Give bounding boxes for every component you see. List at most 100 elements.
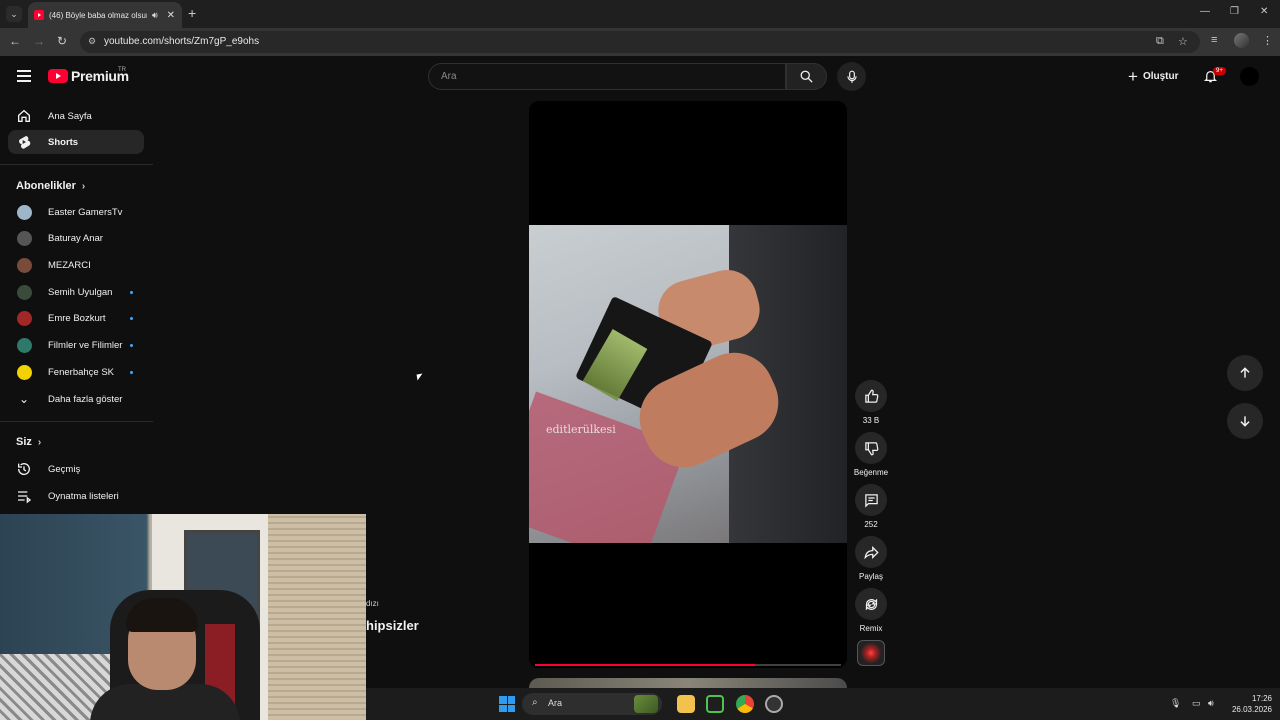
sidebar-subscription-item[interactable]: Baturay Anar [8,227,144,251]
history-icon [17,463,30,475]
taskbar-search-label: Ara [548,698,563,708]
browser-menu-icon[interactable]: ⋮ [1262,34,1273,47]
chevron-right-icon: › [37,436,42,448]
windows-start-icon[interactable] [499,696,515,712]
youtube-favicon-icon [34,10,44,20]
window-close-icon[interactable]: ✕ [1260,6,1268,17]
media-player-icon[interactable] [706,695,724,713]
create-label: Oluştur [1142,70,1179,82]
channel-avatar [17,311,32,327]
channel-avatar [17,338,32,353]
restore-icon[interactable]: ❐ [1230,6,1239,17]
comment-count: 252 [864,520,878,529]
sidebar-subscription-item[interactable]: MEZARCI [8,253,144,277]
profile-avatar[interactable] [1234,33,1249,48]
new-content-dot [130,317,133,321]
install-app-icon[interactable]: ⧉ [1156,35,1164,48]
comments-button[interactable] [855,484,887,516]
steam-icon[interactable] [765,695,783,713]
sidebar-subscription-item[interactable]: Fenerbahçe SK [8,360,144,384]
sidebar-item-label: Geçmiş [48,463,81,475]
subscriptions-header[interactable]: Abonelikler › [16,180,85,192]
sidebar-subscription-item[interactable]: Easter GamersTv [8,200,144,224]
partial-text: dızı [366,599,379,608]
browser-tabstrip: ⌄ (46) Böyle baba olmaz olsun 🔊︎ ✕ + — ❐… [0,0,1280,28]
browser-toolbar: ← → ↻ ⚙︎ youtube.com/shorts/Zm7gP_e9ohs … [0,28,1280,56]
search-icon [800,70,813,83]
create-button[interactable]: + Oluştur [1128,66,1179,86]
mouse-cursor [416,373,424,381]
sidebar-subscription-item[interactable]: Semih Uyulgan [8,280,144,304]
clock-date: 26.03.2026 [1231,705,1272,714]
voice-search-button[interactable] [837,62,866,91]
sidebar-item-home[interactable]: Ana Sayfa [8,104,144,128]
next-short-button[interactable] [1227,403,1263,439]
menu-icon[interactable] [17,70,31,82]
search-button[interactable] [786,63,827,90]
subscription-name: Easter GamersTv [48,206,123,218]
dislike-button[interactable] [855,432,887,464]
arrow-up-icon [1240,367,1250,378]
close-tab-icon[interactable]: ✕ [167,10,175,21]
shorts-icon [19,136,31,149]
video-watermark: editlerülkesi [546,423,616,436]
chrome-icon[interactable] [736,695,754,713]
sidebar-item-history[interactable]: Geçmiş [8,457,144,481]
search-input[interactable]: Ara [428,63,786,90]
video-progress-bar[interactable] [535,664,841,666]
person-hair [126,598,198,632]
browser-tab[interactable]: (46) Böyle baba olmaz olsun 🔊︎ ✕ [28,2,182,28]
taskbar-search[interactable]: ⌕ Ara [522,693,662,715]
site-info-icon[interactable]: ⚙︎ [88,36,100,48]
account-avatar[interactable] [1240,67,1259,86]
address-bar[interactable]: ⚙︎ youtube.com/shorts/Zm7gP_e9ohs ⧉ ☆ [80,31,1200,53]
notification-badge: 9+ [1213,67,1226,75]
forward-icon[interactable]: → [33,34,45,48]
chevron-down-icon: ⌄ [18,392,30,406]
new-tab-icon[interactable]: + [188,5,196,21]
sidebar-subscription-item[interactable]: Filmler ve Filimler [8,334,144,358]
media-controls-icon[interactable]: ≡ [1211,34,1217,46]
previous-short-button[interactable] [1227,355,1263,391]
subscription-name: Baturay Anar [48,233,103,245]
arrow-down-icon [1240,416,1250,427]
subscription-name: Filmler ve Filimler [48,340,123,351]
dislike-label: Beğenme [853,468,889,477]
system-clock[interactable]: 17:26 26.03.2026 [1228,693,1272,715]
sidebar-item-playlists[interactable]: Oynatma listeleri [8,484,144,508]
shorts-video-player[interactable]: editlerülkesi [529,101,847,668]
you-header[interactable]: Siz › [16,436,41,448]
reload-icon[interactable]: ↻ [57,34,67,48]
channel-avatar [17,364,32,380]
plus-icon: + [1128,66,1138,86]
remix-label: Remix [859,624,883,633]
microphone-tray-icon[interactable]: 🎙︎ [1170,698,1181,709]
you-title: Siz [16,436,32,448]
sound-thumbnail[interactable] [857,640,885,666]
sidebar-item-label: Oynatma listeleri [48,490,119,502]
video-frame: editlerülkesi [529,225,847,543]
share-button[interactable] [855,536,887,568]
sidebar-item-label: Shorts [48,136,79,148]
like-button[interactable] [855,380,887,412]
file-explorer-icon[interactable] [677,695,695,713]
url-text[interactable]: youtube.com/shorts/Zm7gP_e9ohs [104,36,259,47]
subscriptions-title: Abonelikler [16,180,76,192]
tab-search-icon[interactable]: ⌄ [6,6,22,22]
speaker-icon[interactable]: 🔊︎ [152,10,158,21]
sidebar-subscription-item[interactable]: Emre Bozkurt [8,307,144,331]
new-content-dot [130,370,133,374]
bookmark-star-icon[interactable]: ☆ [1178,35,1188,48]
new-content-dot [130,344,133,347]
network-icon[interactable]: ▭ [1192,698,1201,709]
channel-avatar [17,204,32,220]
show-more-button[interactable]: ⌄ Daha fazla göster [8,387,144,411]
youtube-logo[interactable]: Premium [48,68,129,84]
volume-icon[interactable]: 🔊︎ [1208,698,1214,709]
remix-button[interactable] [855,588,887,620]
back-icon[interactable]: ← [9,34,21,48]
sidebar-item-shorts[interactable]: Shorts [8,130,144,154]
subscription-name: Semih Uyulgan [48,286,113,298]
new-content-dot [130,290,133,294]
minimize-icon[interactable]: — [1200,6,1210,17]
